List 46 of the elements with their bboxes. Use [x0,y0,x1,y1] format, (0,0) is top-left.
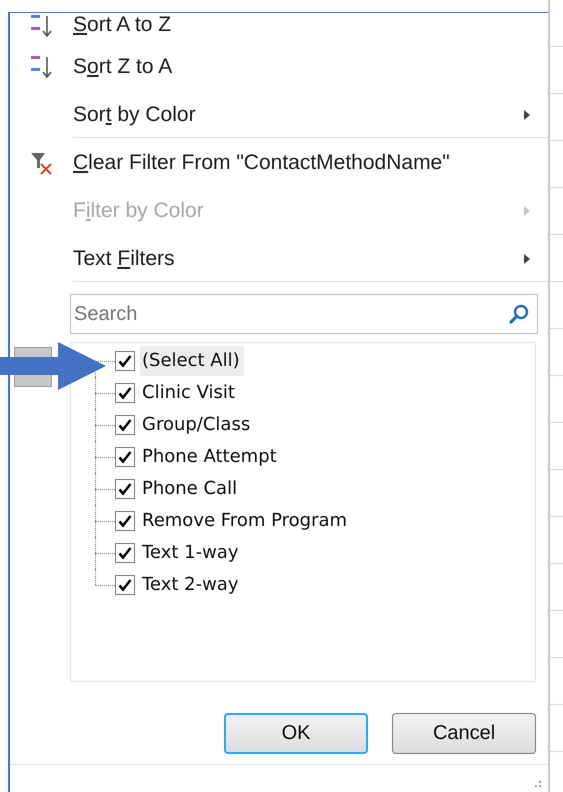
check-icon [118,450,132,464]
value-label[interactable]: Phone Attempt [140,442,281,472]
menu-item-label: Filter by Color [73,199,205,223]
menu-item-label: Sort A to Z [73,13,172,37]
menu-item[interactable]: Sort Z to A [10,43,548,91]
checkbox[interactable] [115,415,135,435]
menu-item-label: Sort Z to A [73,55,174,79]
menu-item-label: Text Filters [73,247,176,271]
check-icon [118,386,132,400]
menu-item[interactable]: Sort by Color [10,91,548,139]
check-icon [118,578,132,592]
check-icon [118,354,132,368]
sort-icon [28,54,54,80]
value-label[interactable]: Text 1-way [140,538,242,568]
sort-icon [28,13,54,39]
checkbox[interactable] [115,479,135,499]
value-label[interactable]: (Select All) [140,346,244,376]
value-label[interactable]: Phone Call [140,474,242,504]
value-label[interactable]: Clinic Visit [140,378,239,408]
checkbox[interactable] [115,543,135,563]
clear-filter-icon [28,150,54,176]
ok-button[interactable]: OK [224,713,368,754]
value-label[interactable]: Remove From Program [140,506,352,536]
check-icon [118,546,132,560]
cancel-button[interactable]: Cancel [392,713,536,754]
menu-item[interactable]: Sort A to Z [10,13,548,43]
check-icon [118,418,132,432]
value-label[interactable]: Group/Class [140,410,254,440]
checkbox[interactable] [115,383,135,403]
search-icon [508,303,530,325]
search-field[interactable]: Search [70,294,538,334]
checkbox[interactable] [115,511,135,531]
submenu-arrow-icon [523,205,532,217]
menu-item-label: Sort by Color [73,103,197,127]
value-label[interactable]: Text 2-way [140,570,242,600]
check-icon [118,482,132,496]
checkbox[interactable] [115,351,135,371]
checkbox[interactable] [115,447,135,467]
menu-item[interactable]: Clear Filter From "ContactMethodName" [10,139,548,187]
menu-item-label: Clear Filter From "ContactMethodName" [73,151,451,175]
submenu-arrow-icon [523,109,532,121]
menu-item[interactable]: Text Filters [10,235,548,283]
resize-grip-icon [534,780,542,790]
check-icon [118,514,132,528]
checkbox[interactable] [115,575,135,595]
submenu-arrow-icon [523,253,532,265]
